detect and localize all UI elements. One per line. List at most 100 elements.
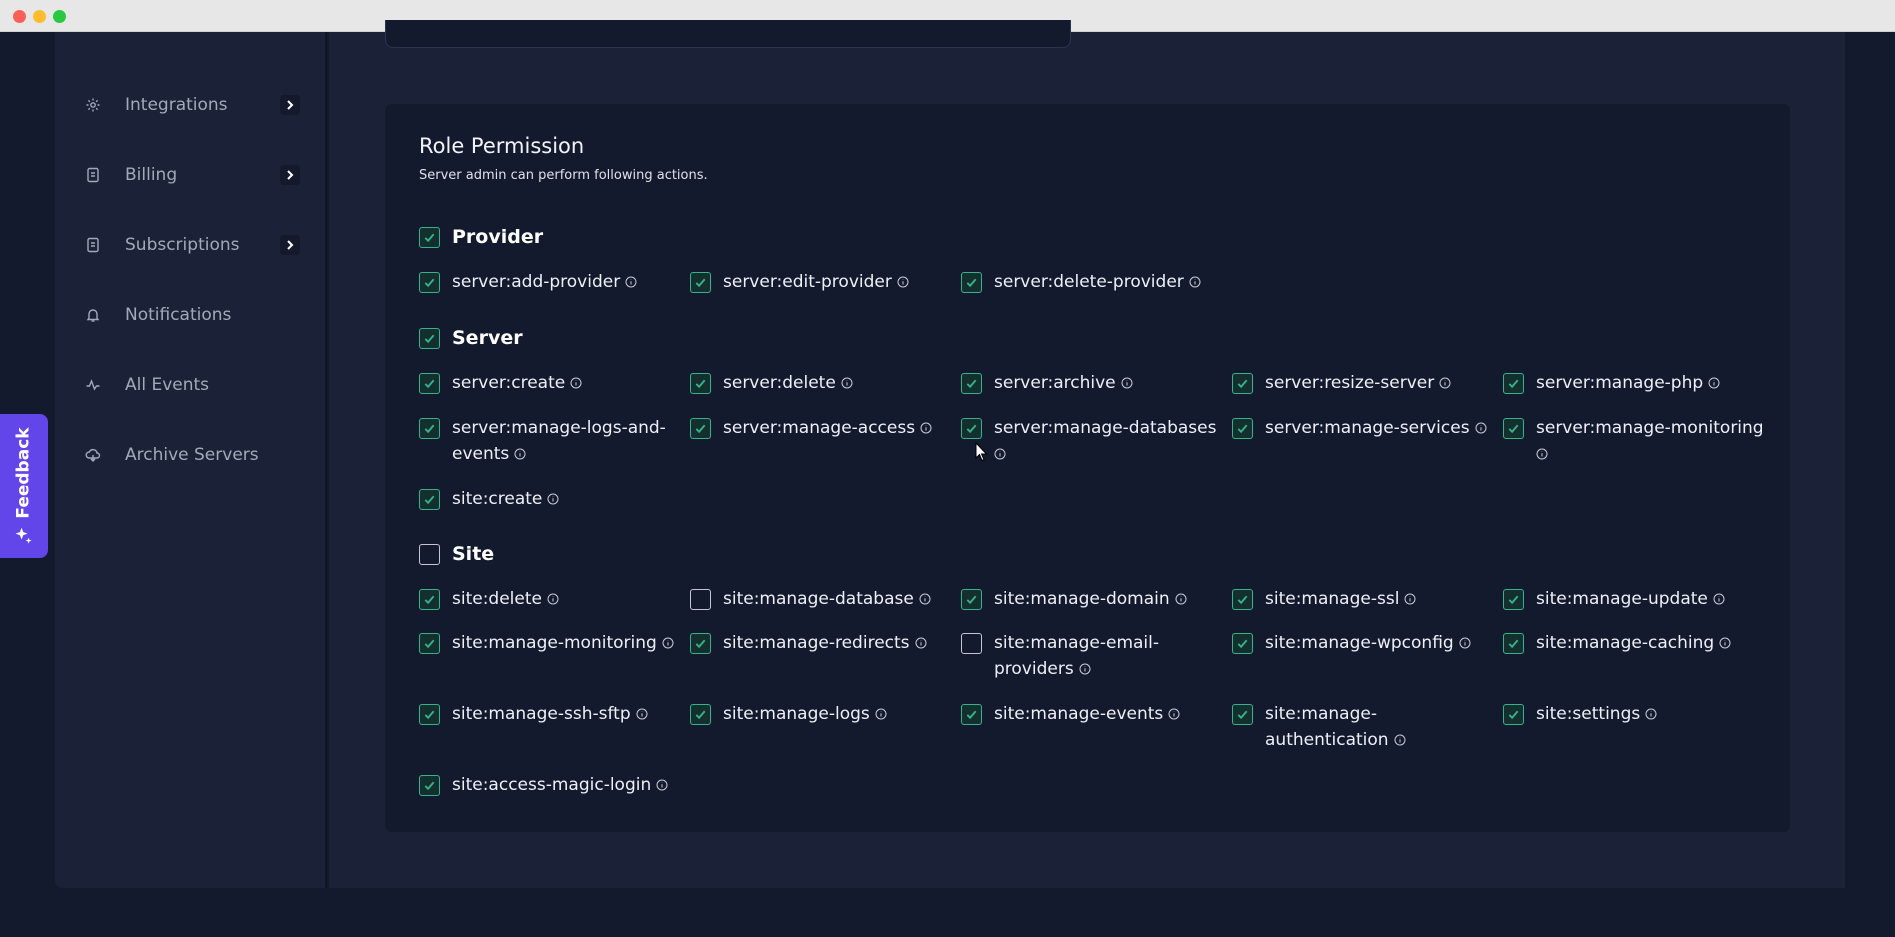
permission-item[interactable]: site:manage-wpconfig bbox=[1232, 633, 1471, 656]
chevron-right-icon[interactable] bbox=[280, 165, 300, 185]
permission-checkbox[interactable] bbox=[1232, 633, 1253, 654]
permission-item[interactable]: server:delete bbox=[690, 373, 853, 396]
permission-item[interactable]: site:create bbox=[419, 489, 559, 512]
info-icon[interactable] bbox=[920, 422, 932, 434]
permission-checkbox[interactable] bbox=[690, 633, 711, 654]
info-icon[interactable] bbox=[656, 779, 668, 791]
info-icon[interactable] bbox=[625, 276, 637, 288]
permission-checkbox[interactable] bbox=[690, 373, 711, 394]
permission-checkbox[interactable] bbox=[961, 373, 982, 394]
permission-item[interactable]: server:create bbox=[419, 373, 582, 396]
sidebar-item-subscriptions[interactable]: Subscriptions bbox=[85, 225, 300, 265]
permission-item[interactable]: site:manage-redirects bbox=[690, 633, 927, 656]
minimize-window-button[interactable] bbox=[33, 10, 46, 23]
permission-item[interactable]: server:manage-logs-and-events bbox=[419, 418, 666, 467]
info-icon[interactable] bbox=[570, 377, 582, 389]
permission-item[interactable]: site:manage-ssl bbox=[1232, 589, 1416, 612]
permission-item[interactable]: server:edit-provider bbox=[690, 272, 909, 295]
section-server[interactable]: Server bbox=[419, 327, 523, 351]
permission-item[interactable]: site:settings bbox=[1503, 704, 1657, 727]
permission-checkbox[interactable] bbox=[690, 272, 711, 293]
permission-item[interactable]: site:access-magic-login bbox=[419, 775, 668, 798]
info-icon[interactable] bbox=[1645, 708, 1657, 720]
info-icon[interactable] bbox=[875, 708, 887, 720]
info-icon[interactable] bbox=[1439, 377, 1451, 389]
info-icon[interactable] bbox=[1168, 708, 1180, 720]
permission-checkbox[interactable] bbox=[961, 589, 982, 610]
permission-checkbox[interactable] bbox=[1503, 589, 1524, 610]
permission-checkbox[interactable] bbox=[961, 633, 982, 654]
section-checkbox[interactable] bbox=[419, 328, 440, 349]
maximize-window-button[interactable] bbox=[53, 10, 66, 23]
permission-item[interactable]: server:manage-access bbox=[690, 418, 932, 441]
info-icon[interactable] bbox=[915, 637, 927, 649]
permission-checkbox[interactable] bbox=[1503, 633, 1524, 654]
info-icon[interactable] bbox=[1404, 593, 1416, 605]
chevron-right-icon[interactable] bbox=[280, 235, 300, 255]
sidebar-item-billing[interactable]: Billing bbox=[85, 155, 300, 195]
permission-checkbox[interactable] bbox=[690, 704, 711, 725]
permission-checkbox[interactable] bbox=[419, 589, 440, 610]
info-icon[interactable] bbox=[1175, 593, 1187, 605]
permission-checkbox[interactable] bbox=[419, 704, 440, 725]
sidebar-item-archive-servers[interactable]: Archive Servers bbox=[85, 435, 300, 475]
permission-item[interactable]: site:manage-domain bbox=[961, 589, 1187, 612]
info-icon[interactable] bbox=[1189, 276, 1201, 288]
info-icon[interactable] bbox=[919, 593, 931, 605]
chevron-right-icon[interactable] bbox=[280, 95, 300, 115]
info-icon[interactable] bbox=[841, 377, 853, 389]
permission-checkbox[interactable] bbox=[419, 489, 440, 510]
permission-item[interactable]: server:manage-services bbox=[1232, 418, 1487, 441]
permission-checkbox[interactable] bbox=[690, 589, 711, 610]
permission-checkbox[interactable] bbox=[419, 373, 440, 394]
permission-item[interactable]: server:add-provider bbox=[419, 272, 637, 295]
permission-item[interactable]: site:manage-update bbox=[1503, 589, 1725, 612]
permission-item[interactable]: site:delete bbox=[419, 589, 559, 612]
permission-item[interactable]: site:manage-monitoring bbox=[419, 633, 674, 656]
permission-item[interactable]: site:manage-events bbox=[961, 704, 1180, 727]
info-icon[interactable] bbox=[1475, 422, 1487, 434]
permission-item[interactable]: server:delete-provider bbox=[961, 272, 1201, 295]
info-icon[interactable] bbox=[994, 448, 1006, 460]
info-icon[interactable] bbox=[1459, 637, 1471, 649]
permission-checkbox[interactable] bbox=[690, 418, 711, 439]
info-icon[interactable] bbox=[1713, 593, 1725, 605]
info-icon[interactable] bbox=[897, 276, 909, 288]
info-icon[interactable] bbox=[1121, 377, 1133, 389]
permission-checkbox[interactable] bbox=[1232, 418, 1253, 439]
info-icon[interactable] bbox=[1394, 734, 1406, 746]
info-icon[interactable] bbox=[1719, 637, 1731, 649]
section-site[interactable]: Site bbox=[419, 543, 494, 567]
sidebar-item-all-events[interactable]: All Events bbox=[85, 365, 300, 405]
close-window-button[interactable] bbox=[13, 10, 26, 23]
permission-checkbox[interactable] bbox=[961, 418, 982, 439]
feedback-tab[interactable]: Feedback bbox=[0, 414, 48, 558]
permission-item[interactable]: site:manage-logs bbox=[690, 704, 887, 727]
permission-checkbox[interactable] bbox=[1503, 373, 1524, 394]
permission-item[interactable]: server:resize-server bbox=[1232, 373, 1451, 396]
permission-item[interactable]: server:manage-databases bbox=[961, 418, 1216, 467]
permission-checkbox[interactable] bbox=[1232, 704, 1253, 725]
section-checkbox[interactable] bbox=[419, 227, 440, 248]
permission-item[interactable]: site:manage-caching bbox=[1503, 633, 1731, 656]
permission-checkbox[interactable] bbox=[1503, 418, 1524, 439]
permission-item[interactable]: server:manage-php bbox=[1503, 373, 1720, 396]
section-checkbox[interactable] bbox=[419, 544, 440, 565]
permission-item[interactable]: server:archive bbox=[961, 373, 1133, 396]
info-icon[interactable] bbox=[1079, 663, 1091, 675]
permission-checkbox[interactable] bbox=[1503, 704, 1524, 725]
permission-checkbox[interactable] bbox=[1232, 589, 1253, 610]
info-icon[interactable] bbox=[636, 708, 648, 720]
section-provider[interactable]: Provider bbox=[419, 226, 543, 250]
info-icon[interactable] bbox=[514, 448, 526, 460]
info-icon[interactable] bbox=[1708, 377, 1720, 389]
info-icon[interactable] bbox=[1536, 448, 1548, 460]
permission-item[interactable]: site:manage-email-providers bbox=[961, 633, 1159, 682]
permission-checkbox[interactable] bbox=[961, 704, 982, 725]
sidebar-item-integrations[interactable]: Integrations bbox=[85, 85, 300, 125]
permission-checkbox[interactable] bbox=[1232, 373, 1253, 394]
sidebar-item-notifications[interactable]: Notifications bbox=[85, 295, 300, 335]
permission-checkbox[interactable] bbox=[419, 633, 440, 654]
permission-checkbox[interactable] bbox=[961, 272, 982, 293]
info-icon[interactable] bbox=[662, 637, 674, 649]
